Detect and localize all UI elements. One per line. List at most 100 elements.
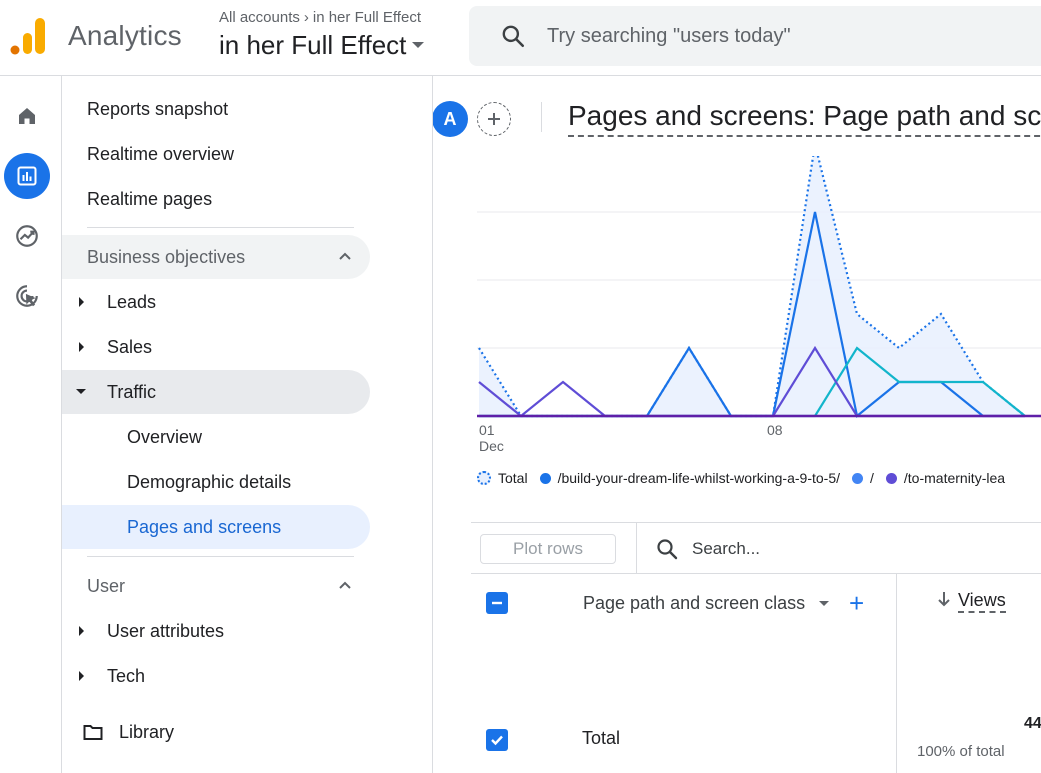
add-comparison-button[interactable] bbox=[477, 102, 511, 136]
nav-section-user[interactable]: User bbox=[62, 564, 370, 608]
legend-marker bbox=[852, 472, 863, 484]
add-dimension-plus-icon[interactable]: + bbox=[849, 590, 864, 616]
nav-item-label: Reports snapshot bbox=[87, 98, 229, 119]
breadcrumb-all-accounts[interactable]: All accounts bbox=[219, 9, 300, 26]
total-row-checkbox[interactable] bbox=[486, 729, 508, 751]
reports-button[interactable] bbox=[4, 153, 50, 199]
caret-down-icon[interactable] bbox=[819, 601, 829, 606]
home-icon bbox=[19, 108, 35, 124]
bar-chart-icon bbox=[17, 166, 37, 186]
comparison-avatar[interactable]: A bbox=[433, 101, 468, 137]
table-toolbar: Plot rows bbox=[471, 522, 1041, 574]
advertising-target-icon bbox=[16, 285, 38, 307]
checkmark-icon bbox=[491, 735, 503, 746]
global-search[interactable] bbox=[469, 6, 1041, 66]
nav-item-label: Realtime pages bbox=[87, 188, 213, 209]
legend-label: /to-maternity-lea bbox=[903, 470, 1006, 486]
expand-arrow-icon bbox=[79, 297, 84, 307]
nav-divider bbox=[87, 556, 354, 557]
property-selector[interactable]: in her Full Effect bbox=[219, 30, 425, 61]
left-rail bbox=[0, 76, 62, 773]
caret-down-icon bbox=[412, 42, 425, 49]
nav-user-attributes[interactable]: User attributes bbox=[62, 609, 370, 653]
x-tick-label: 01 bbox=[479, 422, 495, 438]
nav-section-business-objectives[interactable]: Business objectives bbox=[62, 235, 370, 279]
legend-marker bbox=[539, 472, 551, 484]
nav-traffic[interactable]: Traffic bbox=[62, 370, 370, 414]
page-title: Pages and screens: Page path and screen … bbox=[568, 100, 1041, 137]
nav-leads[interactable]: Leads bbox=[62, 280, 370, 324]
header-separator bbox=[541, 102, 542, 132]
legend-item-build-your-dream-life[interactable]: /build-your-dream-life-whilst-working-a-… bbox=[539, 470, 840, 486]
nav-pages-and-screens[interactable]: Pages and screens bbox=[62, 505, 370, 549]
top-bar: Analytics All accounts › in her Full Effec… bbox=[0, 0, 1041, 76]
total-views-value: 44 bbox=[1024, 715, 1041, 732]
legend-marker bbox=[885, 472, 897, 484]
analytics-logo-icon[interactable] bbox=[10, 17, 46, 55]
nav-item-label: Tech bbox=[107, 665, 146, 686]
nav-item-label: Leads bbox=[107, 291, 157, 312]
nav-divider bbox=[87, 227, 354, 228]
report-header: A Pages and screens: Page path and scree… bbox=[433, 76, 1041, 158]
nav-item-label: Demographic details bbox=[127, 471, 292, 492]
x-tick-label: Dec bbox=[479, 438, 504, 454]
nav-tech[interactable]: Tech bbox=[62, 654, 370, 698]
x-tick-label: 08 bbox=[767, 422, 783, 438]
indeterminate-icon bbox=[492, 601, 502, 605]
legend-item-total[interactable]: Total bbox=[477, 470, 528, 486]
folder-icon bbox=[83, 725, 103, 740]
legend-label: /build-your-dream-life-whilst-working-a-… bbox=[557, 470, 840, 486]
legend-item-root[interactable]: / bbox=[852, 470, 874, 486]
home-button[interactable] bbox=[4, 93, 50, 139]
explore-icon bbox=[16, 225, 38, 247]
expand-arrow-icon bbox=[79, 671, 84, 681]
sort-arrow-down-icon bbox=[938, 592, 950, 607]
table-search-input[interactable] bbox=[692, 535, 992, 563]
data-table: Page path and screen class + Views Total… bbox=[471, 574, 1041, 773]
collapse-arrow-icon bbox=[76, 389, 86, 394]
nav-item-label: User attributes bbox=[107, 620, 225, 641]
nav-sales[interactable]: Sales bbox=[62, 325, 370, 369]
nav-item-label: Traffic bbox=[107, 381, 157, 402]
nav-item-label: Realtime overview bbox=[87, 143, 235, 164]
advertising-button[interactable] bbox=[4, 273, 50, 319]
chevron-up-icon bbox=[339, 252, 351, 260]
explore-button[interactable] bbox=[4, 213, 50, 259]
reports-nav: Reports snapshot Realtime overview Realt… bbox=[62, 76, 433, 773]
legend-label: / bbox=[870, 470, 874, 486]
nav-traffic-overview[interactable]: Overview bbox=[62, 415, 370, 459]
views-column-header[interactable]: Views bbox=[936, 590, 1006, 613]
property-name: in her Full Effect bbox=[219, 30, 407, 60]
chevron-up-icon bbox=[339, 581, 351, 589]
series-area-total bbox=[479, 156, 1025, 416]
global-search-input[interactable] bbox=[547, 20, 1007, 52]
views-header-label: Views bbox=[958, 590, 1006, 613]
nav-item-label: Overview bbox=[127, 426, 203, 447]
nav-demographic-details[interactable]: Demographic details bbox=[62, 460, 370, 504]
section-label: User bbox=[87, 575, 126, 596]
report-main: A Pages and screens: Page path and scree… bbox=[433, 76, 1041, 773]
select-all-checkbox[interactable] bbox=[486, 592, 508, 614]
plus-icon bbox=[488, 113, 500, 125]
nav-item-label: Library bbox=[119, 721, 175, 742]
expand-arrow-icon bbox=[79, 342, 84, 352]
nav-item-label: Sales bbox=[107, 336, 153, 357]
nav-reports-snapshot[interactable]: Reports snapshot bbox=[62, 87, 370, 131]
total-row-label: Total bbox=[582, 728, 621, 748]
column-separator bbox=[896, 574, 897, 773]
search-icon bbox=[502, 25, 525, 48]
legend-item-to-maternity-leave[interactable]: /to-maternity-lea bbox=[885, 470, 1006, 486]
nav-library[interactable]: Library bbox=[62, 710, 370, 754]
breadcrumb-account[interactable]: in her Full Effect bbox=[313, 9, 421, 26]
plot-rows-button[interactable]: Plot rows bbox=[480, 534, 616, 564]
total-views-percent: 100% of total bbox=[917, 743, 1005, 760]
nav-realtime-pages[interactable]: Realtime pages bbox=[62, 177, 370, 221]
dimension-column-header[interactable]: Page path and screen class bbox=[583, 593, 805, 614]
line-chart: 01Dec 08 bbox=[477, 156, 1041, 454]
search-icon bbox=[657, 539, 678, 560]
legend-label: Total bbox=[498, 470, 528, 486]
nav-realtime-overview[interactable]: Realtime overview bbox=[62, 132, 370, 176]
account-breadcrumb[interactable]: All accounts › in her Full Effect bbox=[219, 9, 421, 26]
toolbar-separator bbox=[636, 523, 637, 574]
legend-marker bbox=[477, 471, 491, 485]
